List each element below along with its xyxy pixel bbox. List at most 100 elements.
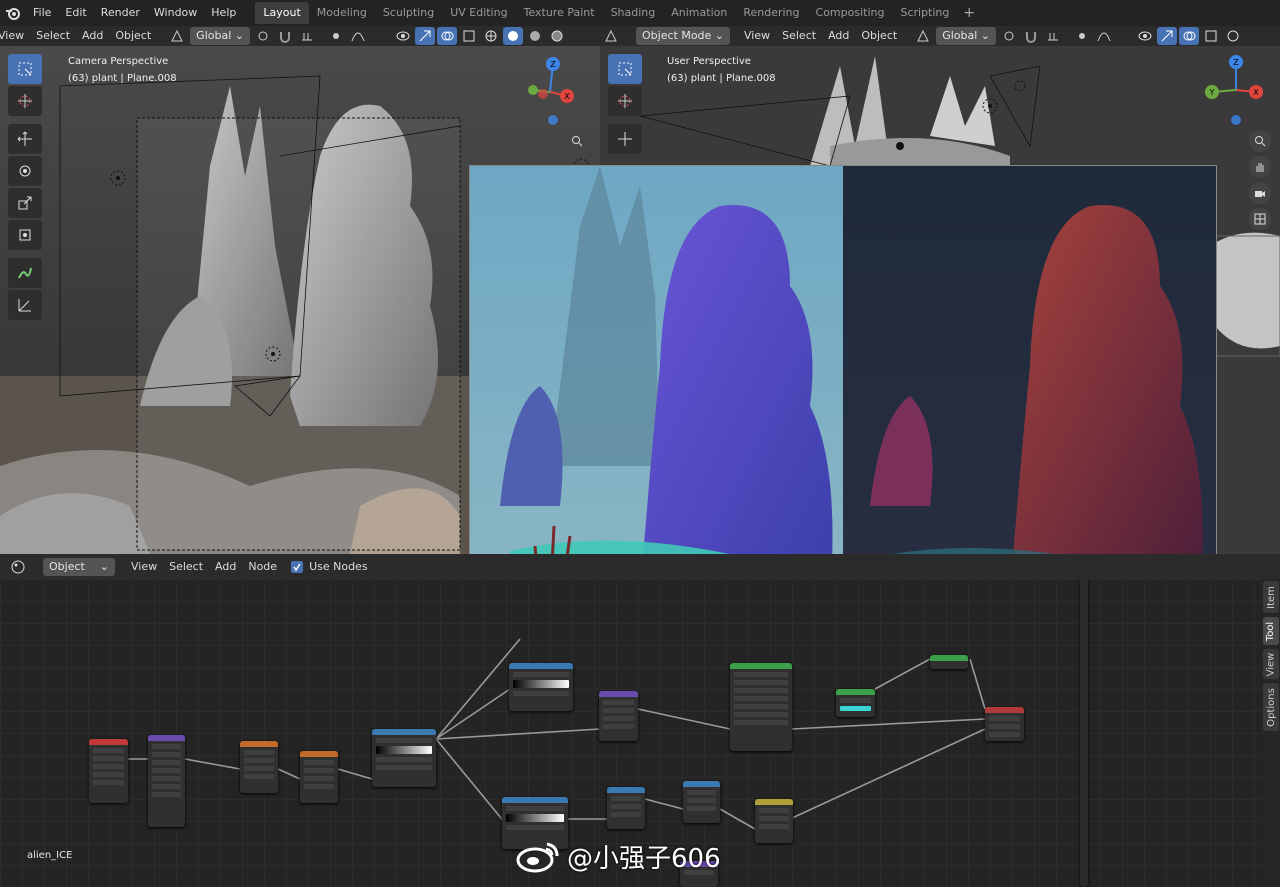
node-editor-type-icon[interactable] bbox=[8, 558, 28, 576]
right-select-box-tool-icon[interactable] bbox=[608, 54, 642, 84]
tab-layout[interactable]: Layout bbox=[255, 2, 309, 24]
right-menu-add[interactable]: Add bbox=[822, 27, 855, 45]
rotate-tool-icon[interactable] bbox=[8, 156, 42, 186]
tab-uv-editing[interactable]: UV Editing bbox=[442, 2, 515, 24]
math-power-node[interactable] bbox=[607, 787, 645, 829]
weibo-logo-icon bbox=[516, 842, 559, 872]
right-orientation-dropdown[interactable]: Global ⌄ bbox=[936, 27, 996, 45]
left-orientation-dropdown[interactable]: Global ⌄ bbox=[190, 27, 250, 45]
xray-icon[interactable] bbox=[459, 27, 479, 45]
menu-window[interactable]: Window bbox=[147, 0, 204, 26]
menu-render[interactable]: Render bbox=[94, 0, 147, 26]
tab-sculpting[interactable]: Sculpting bbox=[375, 2, 442, 24]
mix-shader-node[interactable] bbox=[930, 655, 968, 669]
noise-texture-node-1[interactable] bbox=[240, 741, 278, 793]
scale-tool-icon[interactable] bbox=[8, 188, 42, 218]
right-menu-object[interactable]: Object bbox=[855, 27, 903, 45]
watermark: @小强子606 bbox=[515, 838, 721, 875]
tab-compositing[interactable]: Compositing bbox=[808, 2, 893, 24]
right-nav-gizmo[interactable]: Z X Y bbox=[1198, 54, 1278, 134]
tab-modeling[interactable]: Modeling bbox=[309, 2, 375, 24]
principled-bsdf-node[interactable] bbox=[730, 663, 792, 751]
proportional-edit-icon[interactable] bbox=[326, 27, 346, 45]
left-menu-view[interactable]: View bbox=[0, 27, 30, 45]
shading-rendered-icon[interactable] bbox=[547, 27, 567, 45]
select-box-tool-icon[interactable] bbox=[8, 54, 42, 84]
right-orientation-label: Global bbox=[942, 29, 978, 42]
tab-shading[interactable]: Shading bbox=[603, 2, 664, 24]
left-nav-gizmo[interactable]: Z X bbox=[505, 54, 595, 134]
shader-type-dropdown[interactable]: Object ⌄ bbox=[43, 557, 115, 576]
watermark-text: @小强子606 bbox=[567, 844, 721, 874]
cursor-tool-icon[interactable] bbox=[8, 86, 42, 116]
mix-rgb-multiply-node[interactable] bbox=[755, 799, 793, 843]
menu-file[interactable]: File bbox=[26, 0, 58, 26]
measure-tool-icon[interactable] bbox=[8, 290, 42, 320]
blender-logo-icon[interactable] bbox=[0, 0, 26, 26]
color-ramp-node-1[interactable] bbox=[372, 729, 436, 787]
tab-view[interactable]: View bbox=[1263, 649, 1279, 679]
right-snap-target-icon[interactable] bbox=[1043, 27, 1063, 45]
right-xray-icon[interactable] bbox=[1201, 27, 1221, 45]
move-tool-icon[interactable] bbox=[8, 124, 42, 154]
snap-target-icon[interactable] bbox=[297, 27, 317, 45]
bump-node[interactable] bbox=[599, 691, 638, 741]
right-falloff-icon[interactable] bbox=[1094, 27, 1114, 45]
node-menu-node[interactable]: Node bbox=[242, 558, 283, 576]
texture-coordinate-node[interactable] bbox=[89, 739, 128, 803]
right-pivot-icon[interactable] bbox=[999, 27, 1019, 45]
ortho-grid-icon[interactable] bbox=[1249, 208, 1271, 230]
right-gizmo-toggle-icon[interactable] bbox=[1157, 27, 1177, 45]
tab-scripting[interactable]: Scripting bbox=[892, 2, 957, 24]
tab-texture-paint[interactable]: Texture Paint bbox=[516, 2, 603, 24]
node-menu-add[interactable]: Add bbox=[209, 558, 242, 576]
falloff-icon[interactable] bbox=[348, 27, 368, 45]
left-menu-select[interactable]: Select bbox=[30, 27, 76, 45]
left-menu-add[interactable]: Add bbox=[76, 27, 109, 45]
node-menu-view[interactable]: View bbox=[125, 558, 163, 576]
right-overlays-icon[interactable] bbox=[1179, 27, 1199, 45]
tab-tool[interactable]: Tool bbox=[1263, 617, 1279, 645]
workspace-tabs: Layout Modeling Sculpting UV Editing Tex… bbox=[255, 0, 981, 26]
transform-tool-icon[interactable] bbox=[8, 220, 42, 250]
right-shading-wireframe-icon[interactable] bbox=[1223, 27, 1243, 45]
annotate-tool-icon[interactable] bbox=[8, 258, 42, 288]
emission-node[interactable] bbox=[836, 689, 875, 717]
shading-solid-icon[interactable] bbox=[502, 27, 523, 45]
right-cursor-tool-icon[interactable] bbox=[608, 86, 642, 116]
shading-wireframe-icon[interactable] bbox=[481, 27, 501, 45]
visibility-icon[interactable] bbox=[393, 27, 413, 45]
right-zoom-icon[interactable] bbox=[1249, 130, 1271, 152]
right-snap-icon[interactable] bbox=[1021, 27, 1041, 45]
right-menu-view[interactable]: View bbox=[738, 27, 776, 45]
left-zoom-icon[interactable] bbox=[566, 130, 588, 152]
use-nodes-checkbox[interactable] bbox=[291, 560, 304, 573]
pan-hand-icon[interactable] bbox=[1249, 156, 1271, 178]
right-menu-select[interactable]: Select bbox=[776, 27, 822, 45]
right-visibility-icon[interactable] bbox=[1135, 27, 1155, 45]
snap-icon[interactable] bbox=[275, 27, 295, 45]
tab-item[interactable]: Item bbox=[1263, 581, 1279, 613]
camera-view-icon[interactable] bbox=[1249, 182, 1271, 204]
shading-material-icon[interactable] bbox=[525, 27, 545, 45]
right-move-tool-icon[interactable] bbox=[608, 124, 642, 154]
mode-dropdown[interactable]: Object Mode ⌄ bbox=[636, 27, 731, 45]
noise-texture-node-2[interactable] bbox=[300, 751, 338, 803]
color-ramp-node-2[interactable] bbox=[509, 663, 573, 711]
gizmo-toggle-icon[interactable] bbox=[414, 27, 435, 45]
overlays-icon[interactable] bbox=[436, 27, 457, 45]
editor-type-icon[interactable] bbox=[601, 27, 621, 45]
menu-edit[interactable]: Edit bbox=[58, 0, 93, 26]
menu-help[interactable]: Help bbox=[204, 0, 243, 26]
tab-rendering[interactable]: Rendering bbox=[735, 2, 807, 24]
node-menu-select[interactable]: Select bbox=[163, 558, 209, 576]
math-multiply-node[interactable] bbox=[683, 781, 720, 823]
add-workspace-button[interactable]: + bbox=[957, 5, 981, 21]
pivot-icon[interactable] bbox=[253, 27, 273, 45]
tab-options[interactable]: Options bbox=[1263, 683, 1279, 731]
mapping-node[interactable] bbox=[148, 735, 185, 827]
right-proportional-edit-icon[interactable] bbox=[1072, 27, 1092, 45]
tab-animation[interactable]: Animation bbox=[663, 2, 735, 24]
left-menu-object[interactable]: Object bbox=[109, 27, 157, 45]
material-output-node[interactable] bbox=[985, 707, 1024, 741]
